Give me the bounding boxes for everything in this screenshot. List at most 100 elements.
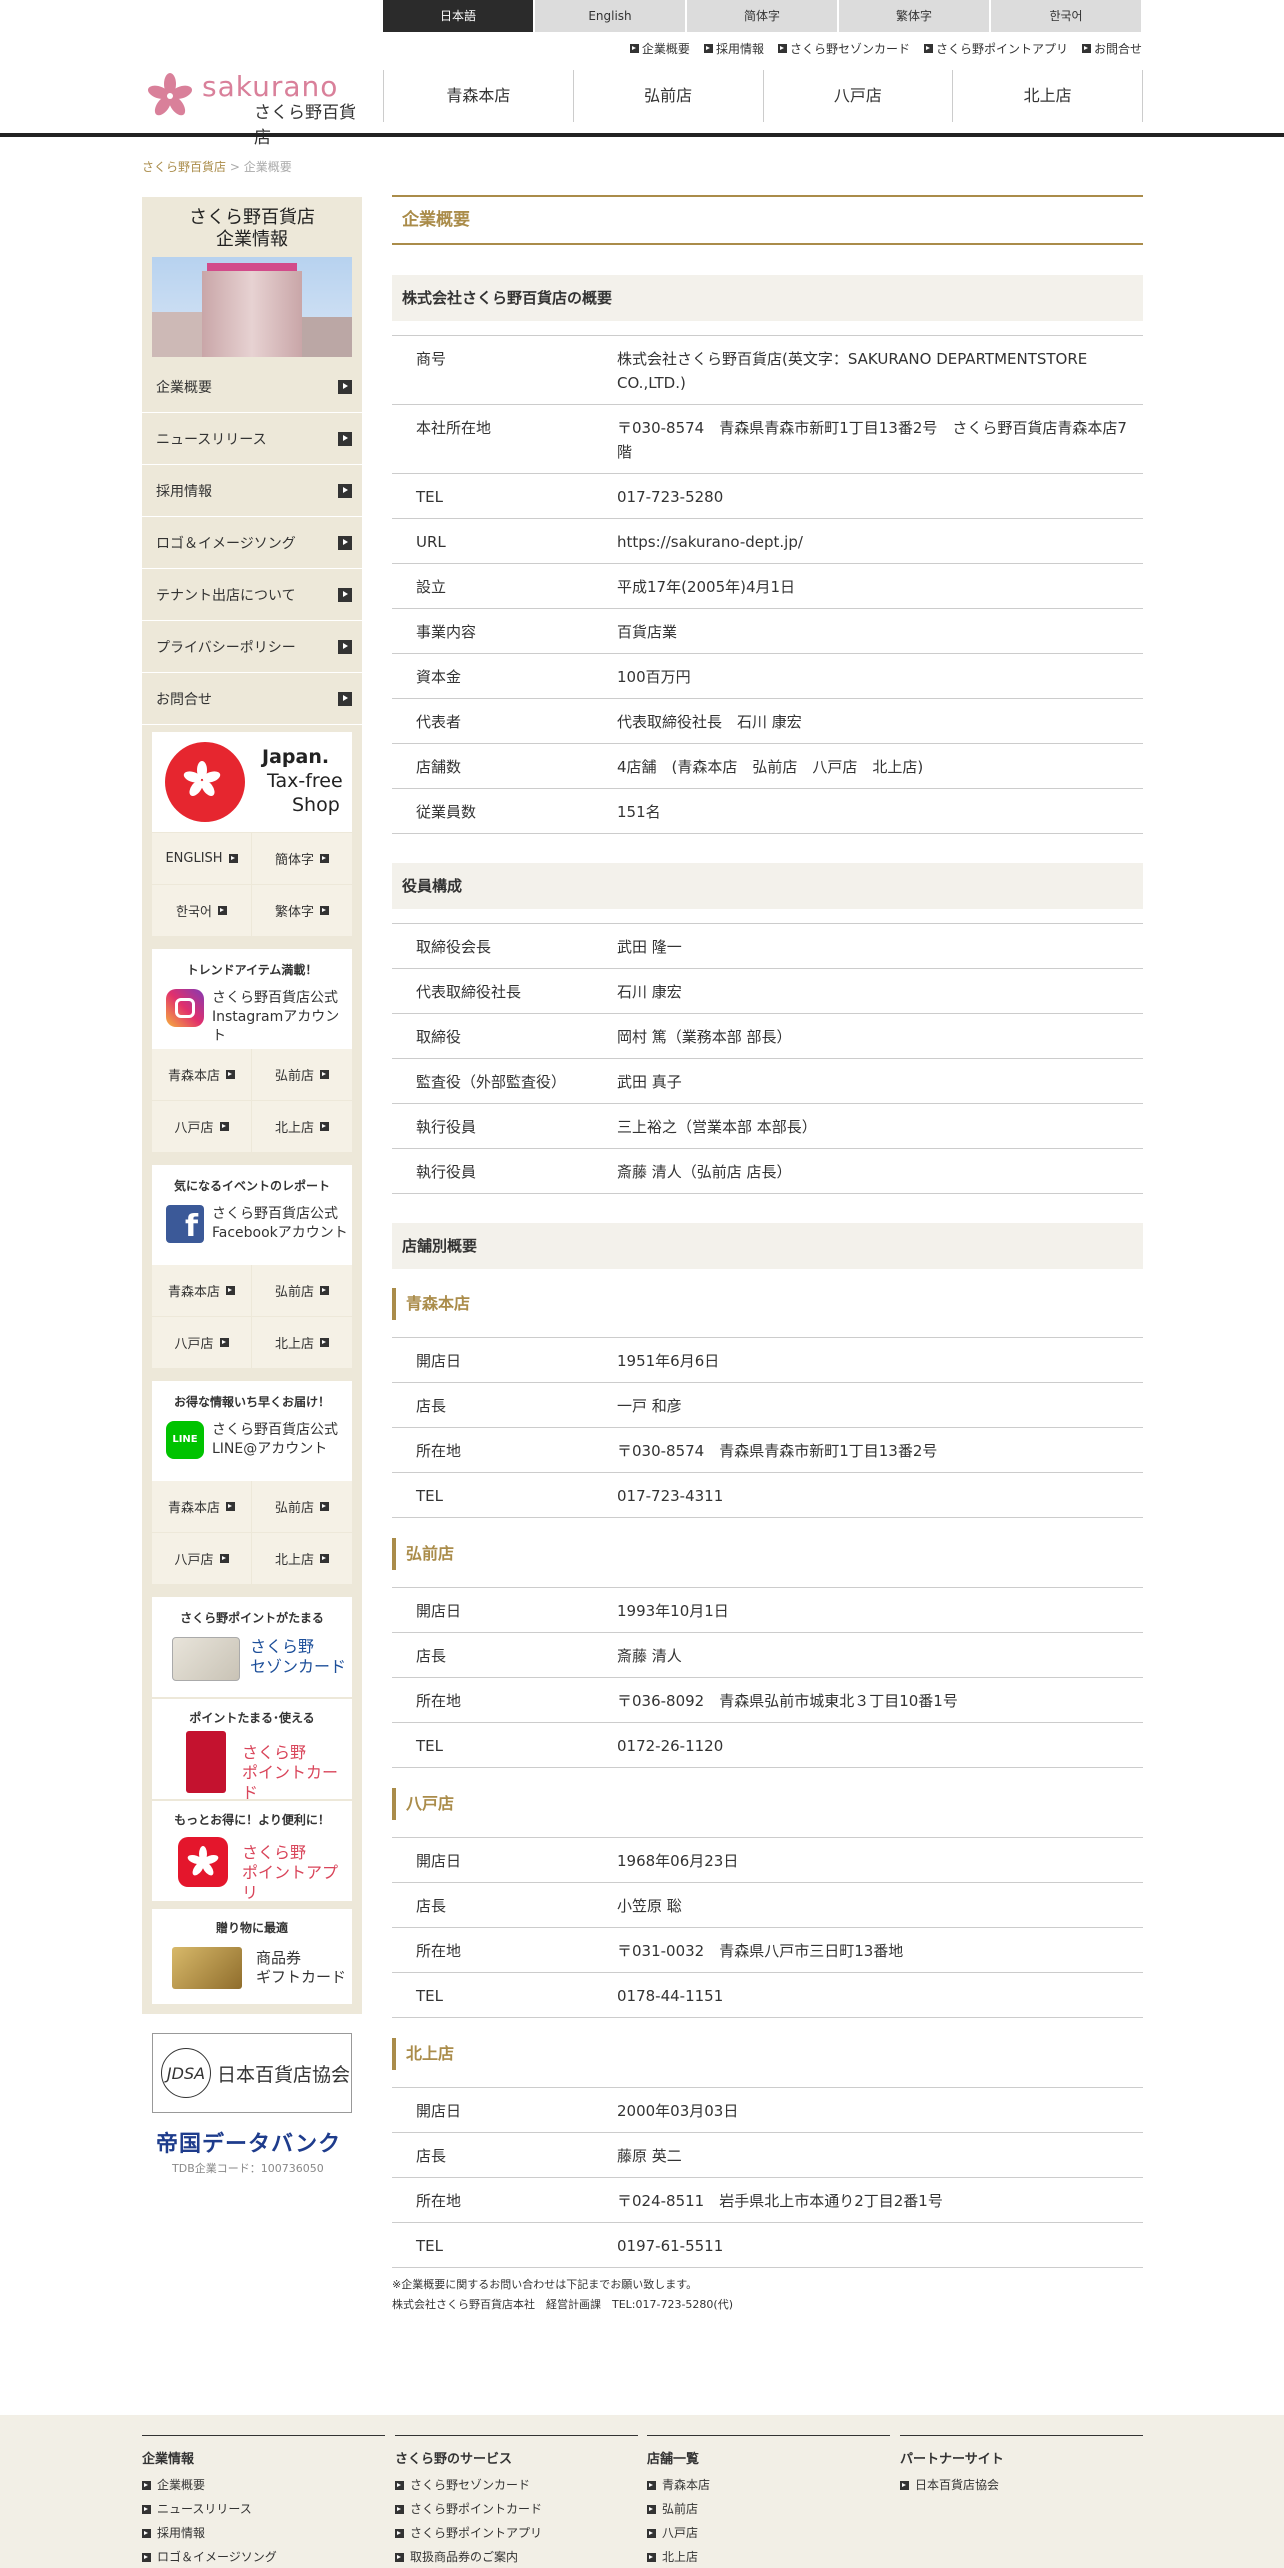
arrow-icon	[1081, 44, 1091, 53]
taxfree-banner[interactable]: Japan. Tax-free Shop	[152, 732, 352, 832]
gnav-hachinohe[interactable]: 八戸店	[762, 70, 953, 122]
row-value: 武田 隆一	[617, 938, 682, 956]
arrow-icon	[647, 2528, 656, 2538]
instagram-hirosaki[interactable]: 弘前店	[252, 1049, 352, 1101]
contact-note: ※企業概要に関するお問い合わせは下記までお願い致します。 株式会社さくら野百貨店…	[392, 2278, 734, 2311]
lang-traditional-chinese[interactable]: 繁体字	[839, 0, 991, 32]
point-app-banner[interactable]: もっとお得に！より便利に！ さくら野 ポイントアプリ	[152, 1801, 352, 1902]
footer-link[interactable]: 日本百貨店協会	[900, 2473, 1143, 2497]
arrow-icon	[320, 1554, 329, 1563]
taxfree-lang-korean[interactable]: 한국어	[152, 885, 252, 937]
sidebar-item-privacy[interactable]: プライバシーポリシー	[142, 621, 362, 673]
line-kitakami[interactable]: 北上店	[252, 1533, 352, 1585]
logo-japanese: さくら野百貨店	[254, 103, 356, 148]
footer-link[interactable]: ニュースリリース	[142, 2497, 385, 2521]
util-link-contact[interactable]: お問合せ	[1081, 40, 1142, 57]
facebook-kitakami[interactable]: 北上店	[252, 1317, 352, 1369]
instagram-aomori[interactable]: 青森本店	[152, 1049, 252, 1101]
util-link-saison[interactable]: さくら野セゾンカード	[777, 40, 910, 57]
taxfree-lang-traditional[interactable]: 繁体字	[252, 885, 352, 937]
arrow-icon	[338, 535, 352, 550]
sidebar-item-contact[interactable]: お問合せ	[142, 673, 362, 725]
footer-link[interactable]: ロゴ＆イメージソング	[142, 2545, 385, 2568]
lang-simplified-chinese[interactable]: 简体字	[687, 0, 839, 32]
row-value: 0197-61-5511	[617, 2237, 724, 2255]
footer-link[interactable]: 取扱商品券のご案内	[395, 2545, 638, 2568]
table-row: 資本金 100百万円	[392, 654, 1143, 699]
footer-link[interactable]: 企業概要	[142, 2473, 385, 2497]
footer-link[interactable]: 八戸店	[647, 2521, 890, 2545]
footer-col-company: 企業情報 企業概要 ニュースリリース 採用情報 ロゴ＆イメージソング	[142, 2435, 385, 2568]
util-link-app[interactable]: さくら野ポイントアプリ	[923, 40, 1068, 57]
util-link-recruit[interactable]: 採用情報	[703, 40, 764, 57]
footer-link[interactable]: 弘前店	[647, 2497, 890, 2521]
lang-japanese[interactable]: 日本語	[383, 0, 535, 32]
row-label: 執行役員	[416, 1118, 477, 1136]
instagram-kitakami[interactable]: 北上店	[252, 1101, 352, 1153]
gift-card-banner[interactable]: 贈り物に最適 商品券 ギフトカード	[152, 1909, 352, 2004]
section-officers-heading: 役員構成	[392, 863, 1143, 909]
taxfree-sakura-icon	[165, 742, 245, 822]
arrow-icon	[395, 2504, 404, 2514]
instagram-banner[interactable]: トレンドアイテム満載！ さくら野百貨店公式 Instagramアカウント	[152, 949, 352, 1049]
row-label: 従業員数	[416, 803, 477, 821]
arrow-icon	[338, 483, 352, 498]
association-logo-icon: JDSA	[161, 2048, 211, 2098]
footer-col-services: さくら野のサービス さくら野セゾンカード さくら野ポイントカード さくら野ポイントアプ…	[395, 2435, 638, 2568]
sidebar-item-tenant[interactable]: テナント出店について	[142, 569, 362, 621]
lang-english[interactable]: English	[535, 0, 687, 32]
line-icon: LINE	[166, 1421, 204, 1459]
site-logo[interactable]: sakurano さくら野百貨店	[142, 70, 362, 148]
line-hirosaki[interactable]: 弘前店	[252, 1481, 352, 1533]
row-value: 〒030-8574 青森県青森市新町1丁目13番2号	[617, 1442, 938, 1460]
row-value: 2000年03月03日	[617, 2102, 739, 2120]
facebook-hirosaki[interactable]: 弘前店	[252, 1265, 352, 1317]
arrow-icon	[647, 2552, 656, 2562]
facebook-hachinohe[interactable]: 八戸店	[152, 1317, 252, 1369]
row-label: TEL	[416, 2237, 443, 2255]
table-row: TEL 0197-61-5511	[392, 2223, 1143, 2268]
gnav-aomori[interactable]: 青森本店	[383, 70, 573, 122]
table-row: 監査役（外部監査役） 武田 真子	[392, 1059, 1143, 1104]
table-row: 店長 藤原 英二	[392, 2133, 1143, 2178]
facebook-aomori[interactable]: 青森本店	[152, 1265, 252, 1317]
footer-link[interactable]: 北上店	[647, 2545, 890, 2568]
sakura-flower-icon	[147, 73, 193, 116]
lang-korean[interactable]: 한국어	[991, 0, 1143, 32]
sidebar-item-logo-song[interactable]: ロゴ＆イメージソング	[142, 517, 362, 569]
arrow-icon	[647, 2504, 656, 2514]
footer-col-title: 店舗一覧	[647, 2452, 700, 2467]
line-hachinohe[interactable]: 八戸店	[152, 1533, 252, 1585]
table-row: TEL 017-723-4311	[392, 1473, 1143, 1518]
arrow-icon	[219, 1338, 229, 1347]
instagram-hachinohe[interactable]: 八戸店	[152, 1101, 252, 1153]
gnav-hirosaki[interactable]: 弘前店	[572, 70, 763, 122]
global-nav: 青森本店 弘前店 八戸店 北上店	[383, 70, 1143, 122]
table-row: 開店日 1993年10月1日	[392, 1588, 1143, 1633]
footer-link[interactable]: さくら野セゾンカード	[395, 2473, 638, 2497]
sidebar-item-company[interactable]: 企業概要	[142, 361, 362, 413]
footer-link[interactable]: さくら野ポイントカード	[395, 2497, 638, 2521]
facebook-banner[interactable]: 気になるイベントのレポート f さくら野百貨店公式 Facebookアカウント	[152, 1165, 352, 1265]
line-aomori[interactable]: 青森本店	[152, 1481, 252, 1533]
sidebar-item-recruit[interactable]: 採用情報	[142, 465, 362, 517]
breadcrumb-home[interactable]: さくら野百貨店	[142, 160, 226, 174]
gnav-kitakami[interactable]: 北上店	[952, 70, 1143, 122]
point-card-banner[interactable]: ポイントたまる･使える さくら野 ポイントカード	[152, 1699, 352, 1802]
line-banner[interactable]: お得な情報いち早くお届け！ LINE さくら野百貨店公式 LINE@アカウント	[152, 1381, 352, 1481]
taxfree-lang-simplified[interactable]: 簡体字	[252, 833, 352, 885]
row-label: 開店日	[416, 1602, 462, 1620]
tdb-logo[interactable]: 帝国データバンク	[156, 2126, 341, 2158]
table-row: 店長 一戸 和彦	[392, 1383, 1143, 1428]
taxfree-lang-english[interactable]: ENGLISH	[152, 833, 252, 885]
util-link-company[interactable]: 企業概要	[629, 40, 690, 57]
dept-store-association-banner[interactable]: JDSA 日本百貨店協会	[152, 2033, 352, 2113]
footer-link[interactable]: 青森本店	[647, 2473, 890, 2497]
sidebar-item-news[interactable]: ニュースリリース	[142, 413, 362, 465]
saison-card-banner[interactable]: さくら野ポイントがたまる さくら野 セゾンカード	[152, 1597, 352, 1697]
footer-link[interactable]: 採用情報	[142, 2521, 385, 2545]
section-stores-heading: 店舗別概要	[392, 1223, 1143, 1269]
facebook-store-grid: 青森本店 弘前店 八戸店 北上店	[152, 1265, 352, 1369]
arrow-icon	[395, 2528, 404, 2538]
footer-link[interactable]: さくら野ポイントアプリ	[395, 2521, 638, 2545]
